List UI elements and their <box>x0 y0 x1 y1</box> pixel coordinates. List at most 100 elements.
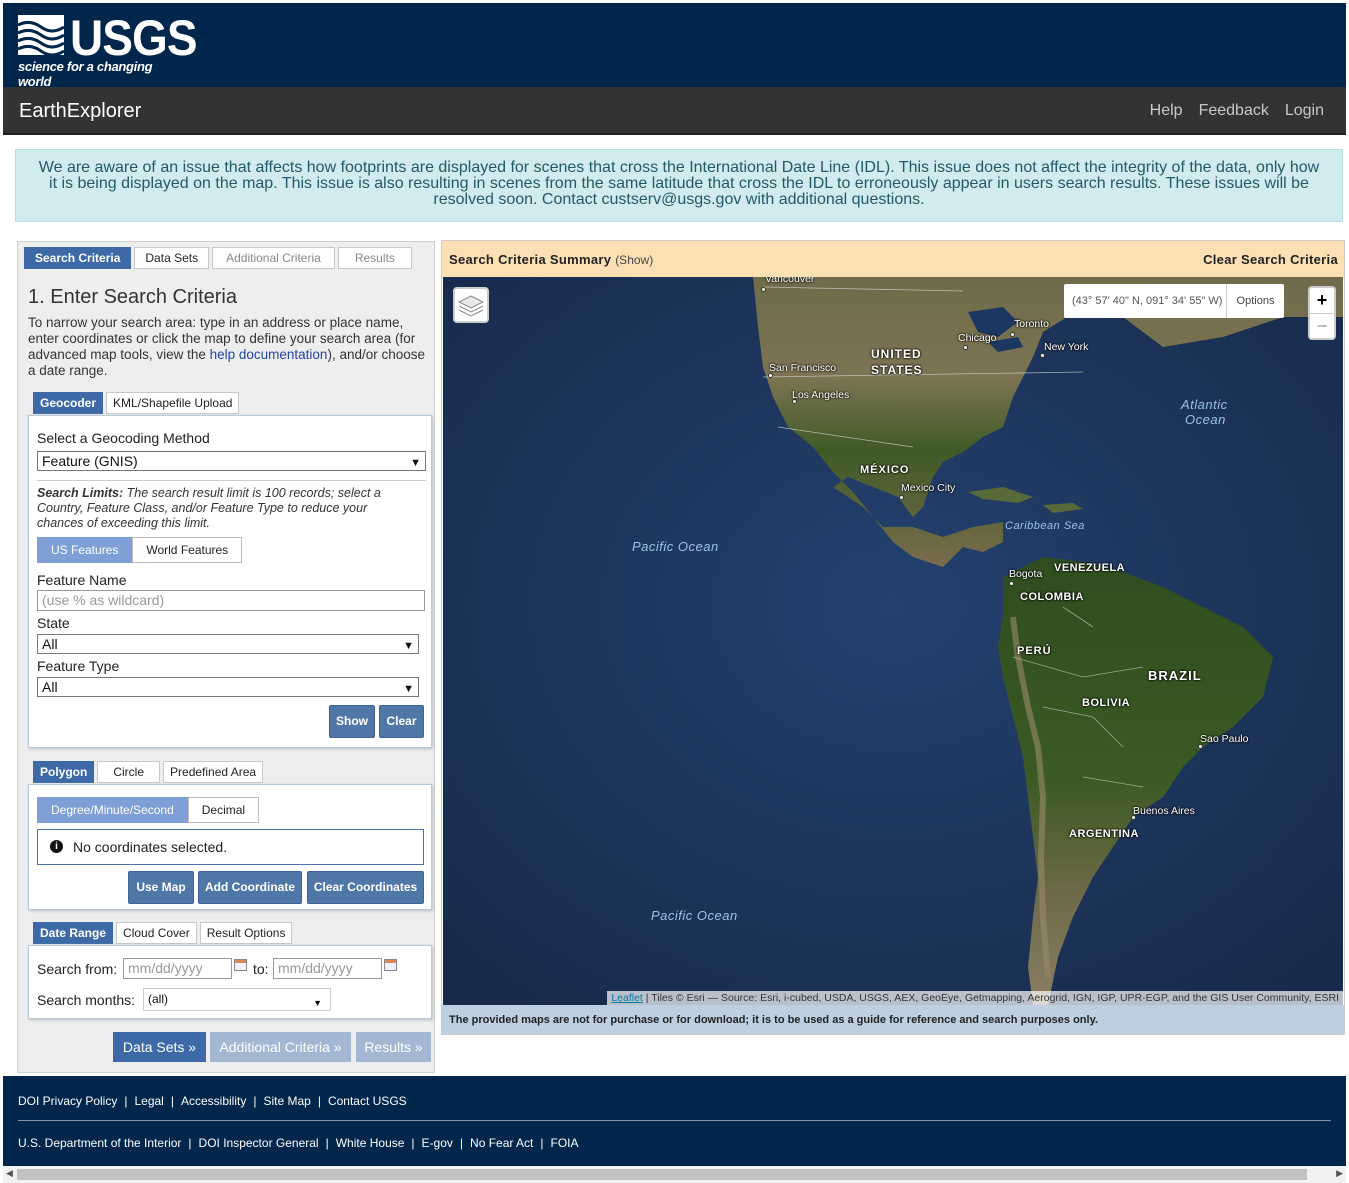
map-label-mexico: MÉXICO <box>860 464 910 476</box>
date-to-input[interactable]: mm/dd/yyyy <box>273 958 382 979</box>
nav-help[interactable]: Help <box>1150 102 1183 120</box>
usgs-wave-icon <box>18 15 64 55</box>
idl-notice: We are aware of an issue that affects ho… <box>15 149 1343 222</box>
usgs-tagline: science for a changing world <box>18 59 153 89</box>
footer-link-doi[interactable]: U.S. Department of the Interior <box>18 1136 181 1150</box>
footer-links-row-2: U.S. Department of the Interior | DOI Ins… <box>18 1136 579 1150</box>
separator: | <box>188 1136 192 1150</box>
city-marker <box>963 345 968 350</box>
footer-link-egov[interactable]: E-gov <box>422 1136 453 1150</box>
geocoding-method-value: Feature (GNIS) <box>42 453 138 469</box>
tab-result-options[interactable]: Result Options <box>199 922 293 944</box>
tab-polygon[interactable]: Polygon <box>33 761 95 783</box>
coordinate-format-toggle: Degree/Minute/Second Decimal <box>37 797 260 823</box>
footer-link-no-fear-act[interactable]: No Fear Act <box>470 1136 533 1150</box>
footer-link-site-map[interactable]: Site Map <box>263 1094 310 1108</box>
scroll-right-icon[interactable]: ▶ <box>1336 1168 1343 1179</box>
calendar-icon[interactable] <box>234 959 247 971</box>
chevron-down-icon: ▼ <box>403 640 414 652</box>
city-marker <box>1010 332 1015 337</box>
separator: | <box>325 1136 329 1150</box>
geocoder-box: Select a Geocoding Method Feature (GNIS)… <box>28 415 432 748</box>
no-coordinates-text: No coordinates selected. <box>73 839 228 855</box>
tab-additional-criteria[interactable]: Additional Criteria <box>212 247 335 269</box>
summary-show-link[interactable]: (Show) <box>615 253 653 267</box>
leaflet-link[interactable]: Leaflet <box>611 992 643 1004</box>
results-next-button[interactable]: Results » <box>356 1032 431 1062</box>
map-label-sao-paulo: Sao Paulo <box>1200 733 1249 745</box>
tab-results[interactable]: Results <box>337 247 412 269</box>
geocoder-tabs: Geocoder KML/Shapefile Upload <box>33 392 240 414</box>
feature-type-select[interactable]: All ▼ <box>37 677 419 697</box>
dms-button[interactable]: Degree/Minute/Second <box>37 797 188 823</box>
tab-cloud-cover[interactable]: Cloud Cover <box>116 922 197 944</box>
separator: | <box>124 1094 128 1108</box>
tab-date-range[interactable]: Date Range <box>33 922 114 944</box>
tab-kml-upload[interactable]: KML/Shapefile Upload <box>106 392 240 414</box>
tab-geocoder[interactable]: Geocoder <box>33 392 104 414</box>
feature-name-input[interactable]: (use % as wildcard) <box>37 590 425 611</box>
map-label-caribbean: Caribbean Sea <box>1005 520 1085 532</box>
separator: | <box>411 1136 415 1150</box>
usgs-logo[interactable]: USGS science for a changing world <box>18 10 198 89</box>
decimal-button[interactable]: Decimal <box>187 797 260 823</box>
map-panel: Search Criteria Summary (Show) Clear Sea… <box>441 240 1345 1035</box>
map-label-colombia: COLOMBIA <box>1020 591 1084 603</box>
date-to-label: to: <box>253 961 269 977</box>
date-from-input[interactable]: mm/dd/yyyy <box>123 958 232 979</box>
separator: | <box>253 1094 257 1108</box>
data-sets-next-button[interactable]: Data Sets » <box>113 1032 206 1062</box>
search-months-select[interactable]: (all) ▼ <box>143 988 331 1011</box>
scrollbar-thumb[interactable] <box>17 1169 1307 1180</box>
us-features-button[interactable]: US Features <box>37 537 133 563</box>
attribution-text: | Tiles © Esri — Source: Esri, i-cubed, … <box>642 992 1339 1004</box>
use-map-button[interactable]: Use Map <box>128 871 194 904</box>
state-select[interactable]: All ▼ <box>37 634 419 654</box>
map-label-ocean: Ocean <box>1185 412 1226 427</box>
nav-login[interactable]: Login <box>1285 102 1324 120</box>
footer-link-accessibility[interactable]: Accessibility <box>181 1094 246 1108</box>
tab-search-criteria[interactable]: Search Criteria <box>24 247 132 269</box>
search-months-value: (all) <box>148 992 168 1006</box>
tab-data-sets[interactable]: Data Sets <box>134 247 210 269</box>
zoom-out-button[interactable]: − <box>1310 313 1334 338</box>
clear-button[interactable]: Clear <box>379 705 424 738</box>
map-label-san-francisco: San Francisco <box>769 362 837 374</box>
show-button[interactable]: Show <box>329 705 375 738</box>
tab-predefined-area[interactable]: Predefined Area <box>163 761 264 783</box>
clear-coordinates-button[interactable]: Clear Coordinates <box>307 871 424 904</box>
horizontal-scrollbar[interactable]: ◀ ▶ <box>3 1166 1346 1183</box>
world-features-button[interactable]: World Features <box>132 537 243 563</box>
footer-link-white-house[interactable]: White House <box>336 1136 405 1150</box>
summary-title[interactable]: Search Criteria Summary (Show) <box>449 252 653 267</box>
footer-link-privacy[interactable]: DOI Privacy Policy <box>18 1094 117 1108</box>
map-canvas[interactable]: Vancouver Toronto Chicago New York UNITE… <box>443 277 1343 1005</box>
footer-link-legal[interactable]: Legal <box>134 1094 163 1108</box>
zoom-in-button[interactable]: + <box>1310 288 1334 313</box>
calendar-icon[interactable] <box>384 959 397 971</box>
geocoding-method-select[interactable]: Feature (GNIS) ▼ <box>37 451 426 471</box>
feature-type-value: All <box>42 679 58 695</box>
app-title[interactable]: EarthExplorer <box>19 100 141 123</box>
tab-circle[interactable]: Circle <box>97 761 161 783</box>
scroll-left-icon[interactable]: ◀ <box>6 1168 13 1179</box>
map-options-button[interactable]: Options <box>1226 284 1284 318</box>
nav-feedback[interactable]: Feedback <box>1199 102 1269 120</box>
additional-criteria-next-button[interactable]: Additional Criteria » <box>210 1032 351 1062</box>
map-label-united: UNITED <box>871 347 922 361</box>
footer-link-foia[interactable]: FOIA <box>551 1136 579 1150</box>
main-tabs: Search Criteria Data Sets Additional Cri… <box>24 247 412 269</box>
footer-link-contact[interactable]: Contact USGS <box>328 1094 407 1108</box>
map-label-new-york: New York <box>1044 341 1089 353</box>
footer-link-inspector-general[interactable]: DOI Inspector General <box>199 1136 319 1150</box>
add-coordinate-button[interactable]: Add Coordinate <box>198 871 302 904</box>
layers-button[interactable] <box>453 287 489 323</box>
city-marker <box>1009 581 1014 586</box>
help-documentation-link[interactable]: help documentation <box>210 347 328 362</box>
search-limits-title: Search Limits: <box>37 486 124 500</box>
map-label-peru: PERÚ <box>1017 645 1052 657</box>
map-label-venezuela: VENEZUELA <box>1054 562 1126 574</box>
date-tabs: Date Range Cloud Cover Result Options <box>33 922 293 944</box>
city-marker <box>761 287 766 292</box>
clear-search-criteria-link[interactable]: Clear Search Criteria <box>1203 252 1338 267</box>
